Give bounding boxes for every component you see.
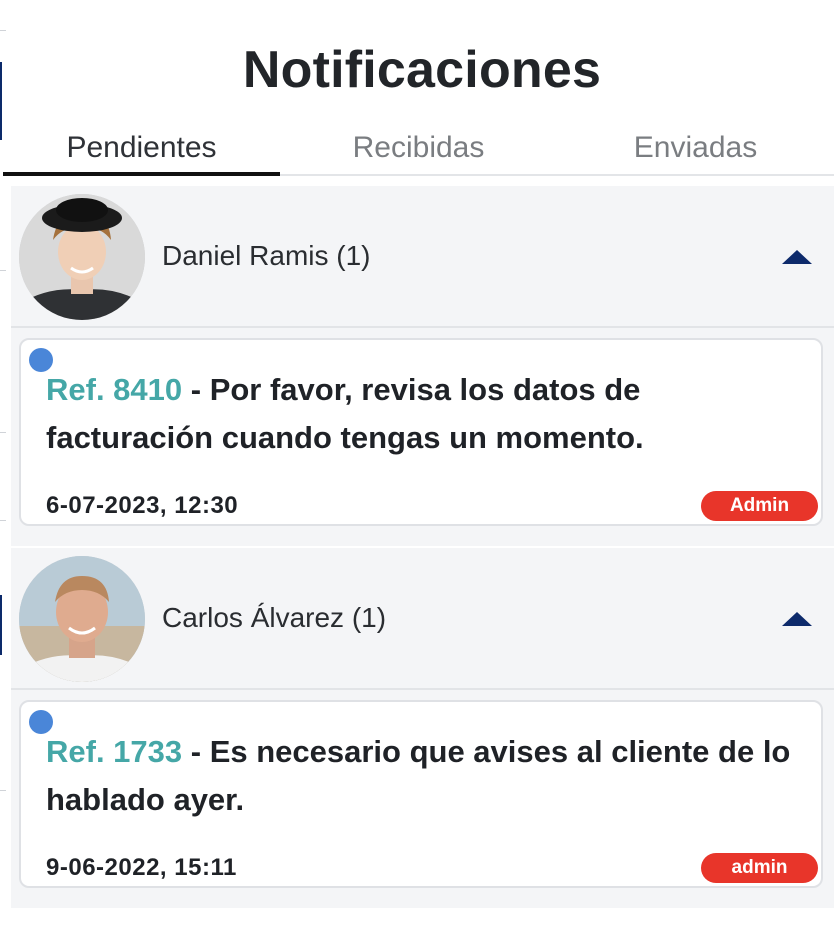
user-name: Carlos Álvarez (1) bbox=[162, 602, 387, 633]
notification-card[interactable]: Ref. 1733 - Es necesario que avises al c… bbox=[19, 700, 823, 888]
notification-message: Ref. 1733 - Es necesario que avises al c… bbox=[46, 728, 801, 824]
notification-ref-link[interactable]: Ref. 1733 bbox=[46, 734, 182, 769]
edge-tick bbox=[0, 432, 6, 433]
notification-tabs: Pendientes Recibidas Enviadas bbox=[3, 126, 834, 176]
avatar bbox=[19, 556, 145, 682]
tab-pendientes[interactable]: Pendientes bbox=[3, 126, 280, 176]
notification-date: 6-07-2023, 12:30 bbox=[46, 492, 239, 519]
notification-group: Carlos Álvarez (1) Ref. 1733 - Es necesa… bbox=[11, 548, 834, 908]
chevron-up-icon[interactable] bbox=[782, 612, 812, 626]
tab-enviadas[interactable]: Enviadas bbox=[557, 126, 834, 174]
group-header[interactable]: Carlos Álvarez (1) bbox=[11, 548, 834, 690]
notification-message: Ref. 8410 - Por favor, revisa los datos … bbox=[46, 366, 801, 462]
edge-tick bbox=[0, 270, 6, 271]
edge-tick bbox=[0, 520, 6, 521]
edge-tick bbox=[0, 790, 6, 791]
page-title: Notificaciones bbox=[242, 41, 602, 99]
role-badge: admin bbox=[701, 853, 818, 883]
avatar bbox=[19, 194, 145, 320]
edge-marker bbox=[0, 595, 2, 655]
role-badge: Admin bbox=[701, 491, 818, 521]
tab-recibidas[interactable]: Recibidas bbox=[280, 126, 557, 174]
notification-date: 9-06-2022, 15:11 bbox=[46, 854, 237, 881]
edge-tick bbox=[0, 30, 6, 31]
group-header[interactable]: Daniel Ramis (1) bbox=[11, 186, 834, 328]
notification-card[interactable]: Ref. 8410 - Por favor, revisa los datos … bbox=[19, 338, 823, 526]
user-name: Daniel Ramis (1) bbox=[162, 240, 371, 271]
notification-ref-link[interactable]: Ref. 8410 bbox=[46, 372, 182, 407]
notification-group: Daniel Ramis (1) Ref. 8410 - Por favor, … bbox=[11, 186, 834, 546]
chevron-up-icon[interactable] bbox=[782, 250, 812, 264]
